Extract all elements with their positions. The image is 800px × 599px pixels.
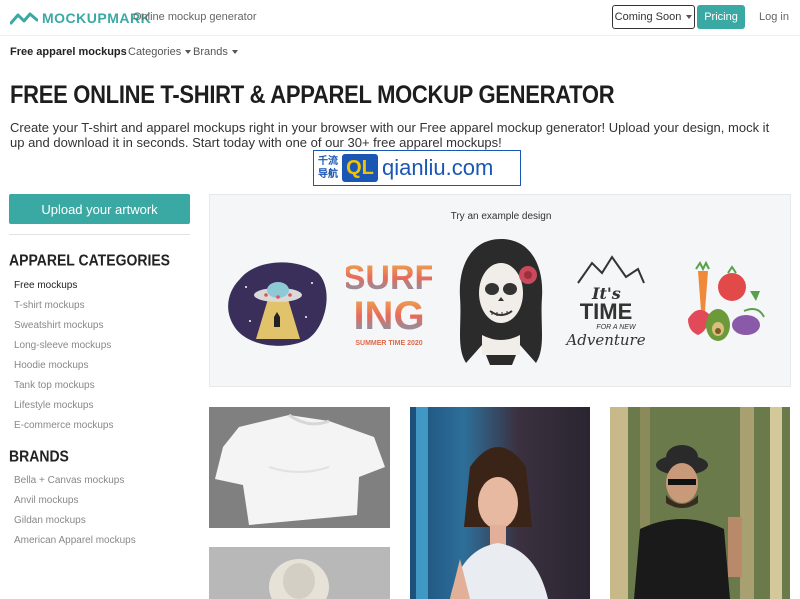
sidebar-item-tshirt-mockups[interactable]: T-shirt mockups [14, 300, 85, 311]
tagline: Online mockup generator [133, 11, 257, 23]
page-description: Create your T-shirt and apparel mockups … [10, 120, 770, 150]
adventure-design[interactable]: It's TIME FOR A NEW Adventure [562, 253, 654, 353]
adventure-line3: FOR A NEW [596, 324, 637, 331]
skull-girl-design[interactable] [452, 235, 550, 369]
subnav-brands-label: Brands [193, 46, 228, 58]
hoodie-image [209, 547, 390, 599]
man-tshirt-image [610, 407, 790, 599]
adventure-line4: Adventure [564, 331, 645, 349]
surf-subtitle: SUMMER TIME 2020 [355, 340, 422, 347]
upload-artwork-button[interactable]: Upload your artwork [9, 194, 190, 224]
chevron-down-icon [231, 50, 238, 54]
surfing-design[interactable]: SURF ING SUMMER TIME 2020 [346, 255, 432, 351]
woman-tshirt-photo[interactable] [410, 407, 590, 599]
surf-line2: ING [353, 294, 424, 338]
logo[interactable]: MOCKUPMARK [10, 10, 151, 26]
page-title: FREE ONLINE T-SHIRT & APPAREL MOCKUP GEN… [10, 80, 615, 109]
watermark-cn-text: 千流导航 [318, 156, 338, 180]
apparel-categories-heading: APPAREL CATEGORIES [9, 251, 171, 269]
surf-line1: SURF [346, 259, 432, 297]
sidebar-item-sweatshirt-mockups[interactable]: Sweatshirt mockups [14, 320, 103, 331]
login-link[interactable]: Log in [759, 11, 789, 23]
coming-soon-label: Coming Soon [614, 11, 682, 23]
tshirt-flatlay-photo[interactable] [209, 407, 390, 528]
sidebar-item-lifestyle-mockups[interactable]: Lifestyle mockups [14, 400, 93, 411]
subnav-categories-dropdown[interactable]: Categories [128, 46, 192, 58]
subnav-free-apparel[interactable]: Free apparel mockups [10, 46, 127, 58]
coming-soon-dropdown[interactable]: Coming Soon [612, 5, 695, 29]
pricing-button[interactable]: Pricing [697, 5, 745, 29]
watermark-badge: QL [342, 154, 378, 182]
ufo-design[interactable] [226, 257, 330, 347]
sidebar-item-ecommerce-mockups[interactable]: E-commerce mockups [14, 420, 113, 431]
sidebar-item-tanktop-mockups[interactable]: Tank top mockups [14, 380, 95, 391]
sidebar-item-bella-canvas[interactable]: Bella + Canvas mockups [14, 475, 124, 486]
sub-navigation: Free apparel mockups Categories Brands [0, 36, 800, 68]
vegetables-design[interactable] [680, 261, 770, 351]
hoodie-photo[interactable] [209, 547, 390, 599]
woman-tshirt-image [410, 407, 590, 599]
chevron-down-icon [686, 15, 693, 19]
sidebar-item-anvil[interactable]: Anvil mockups [14, 495, 78, 506]
watermark-overlay: 千流导航 QL qianliu.com [313, 150, 521, 186]
sidebar-item-hoodie-mockups[interactable]: Hoodie mockups [14, 360, 88, 371]
tshirt-flatlay-image [209, 407, 390, 528]
sidebar-divider [9, 234, 190, 235]
man-tshirt-photo[interactable] [610, 407, 790, 599]
subnav-categories-label: Categories [128, 46, 182, 58]
sidebar-item-gildan[interactable]: Gildan mockups [14, 515, 86, 526]
watermark-url: qianliu.com [382, 155, 494, 180]
brands-heading: BRANDS [9, 447, 69, 465]
chevron-down-icon [185, 50, 192, 54]
subnav-brands-dropdown[interactable]: Brands [193, 46, 238, 58]
adventure-line2: TIME [580, 299, 633, 324]
example-designs-title: Try an example design [450, 211, 552, 222]
sidebar-item-free-mockups[interactable]: Free mockups [14, 280, 77, 291]
example-designs-panel: Try an example design SURF ING SUMMER TI… [209, 194, 791, 387]
sidebar-item-longsleeve-mockups[interactable]: Long-sleeve mockups [14, 340, 111, 351]
top-navbar: MOCKUPMARK Online mockup generator Comin… [0, 0, 800, 36]
sidebar-item-american-apparel[interactable]: American Apparel mockups [14, 535, 136, 546]
logo-wave-icon [10, 12, 38, 25]
